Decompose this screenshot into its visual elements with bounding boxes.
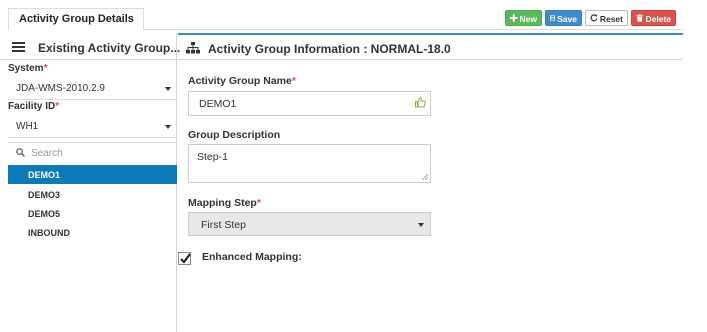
group-information-title: Activity Group Information : NORMAL-18.0 [208,42,451,56]
search-input[interactable]: Search [8,142,177,164]
facility-label: Facility ID* [8,101,60,112]
mapping-step-value: First Step [201,219,246,231]
delete-button[interactable]: Delete [631,10,676,26]
search-placeholder: Search [31,148,63,159]
chevron-down-icon [165,125,171,129]
checkmark-icon [180,253,191,264]
chevron-down-icon [418,223,424,227]
sitemap-icon [186,42,200,54]
existing-groups-panel: Existing Activity Group... System* JDA-W… [0,33,181,332]
reset-button[interactable]: Reset [585,10,628,26]
list-item-demo3[interactable]: DEMO3 [8,185,177,204]
description-value: Step-1 [197,151,228,163]
system-select[interactable]: JDA-WMS-2010.2.9 [8,79,177,100]
plus-icon [510,14,518,22]
hamburger-menu-icon[interactable] [12,42,25,52]
facility-select[interactable]: WH1 [8,117,177,138]
top-bar: Activity Group Details New Save Reset De… [0,0,707,30]
search-icon [16,148,25,157]
description-textarea[interactable]: Step-1 [188,144,431,183]
existing-groups-title: Existing Activity Group... [38,41,181,55]
resize-grip-icon[interactable] [422,174,428,180]
list-item-inbound[interactable]: INBOUND [8,223,177,242]
refresh-icon [590,14,598,22]
enhanced-mapping-label: Enhanced Mapping: [202,251,302,263]
tab-underline [144,29,683,30]
list-item-demo5[interactable]: DEMO5 [8,204,177,223]
group-information-header: Activity Group Information : NORMAL-18.0 [178,33,683,60]
system-select-value: JDA-WMS-2010.2.9 [16,83,105,94]
mapping-step-select[interactable]: First Step [188,212,431,236]
reset-button-label: Reset [599,14,623,24]
tab-activity-group-details[interactable]: Activity Group Details [8,8,144,30]
mapping-step-label: Mapping Step* [188,197,261,209]
floppy-icon [550,15,556,21]
list-item-demo1[interactable]: DEMO1 [8,165,177,184]
system-label: System* [8,63,48,74]
delete-button-label: Delete [645,14,671,24]
save-button-label: Save [557,14,577,24]
group-name-label: Activity Group Name* [188,75,296,87]
facility-select-value: WH1 [16,121,39,132]
group-name-value: DEMO1 [199,98,237,110]
new-button[interactable]: New [505,10,542,26]
group-name-field[interactable]: DEMO1 [188,91,431,116]
new-button-label: New [519,14,537,24]
existing-groups-header: Existing Activity Group... [0,33,181,60]
save-button[interactable]: Save [545,10,582,26]
description-label: Group Description [188,129,281,141]
enhanced-mapping-checkbox[interactable] [178,252,191,265]
thumbs-up-icon [415,97,426,108]
chevron-down-icon [165,87,171,91]
trash-icon [636,14,644,22]
